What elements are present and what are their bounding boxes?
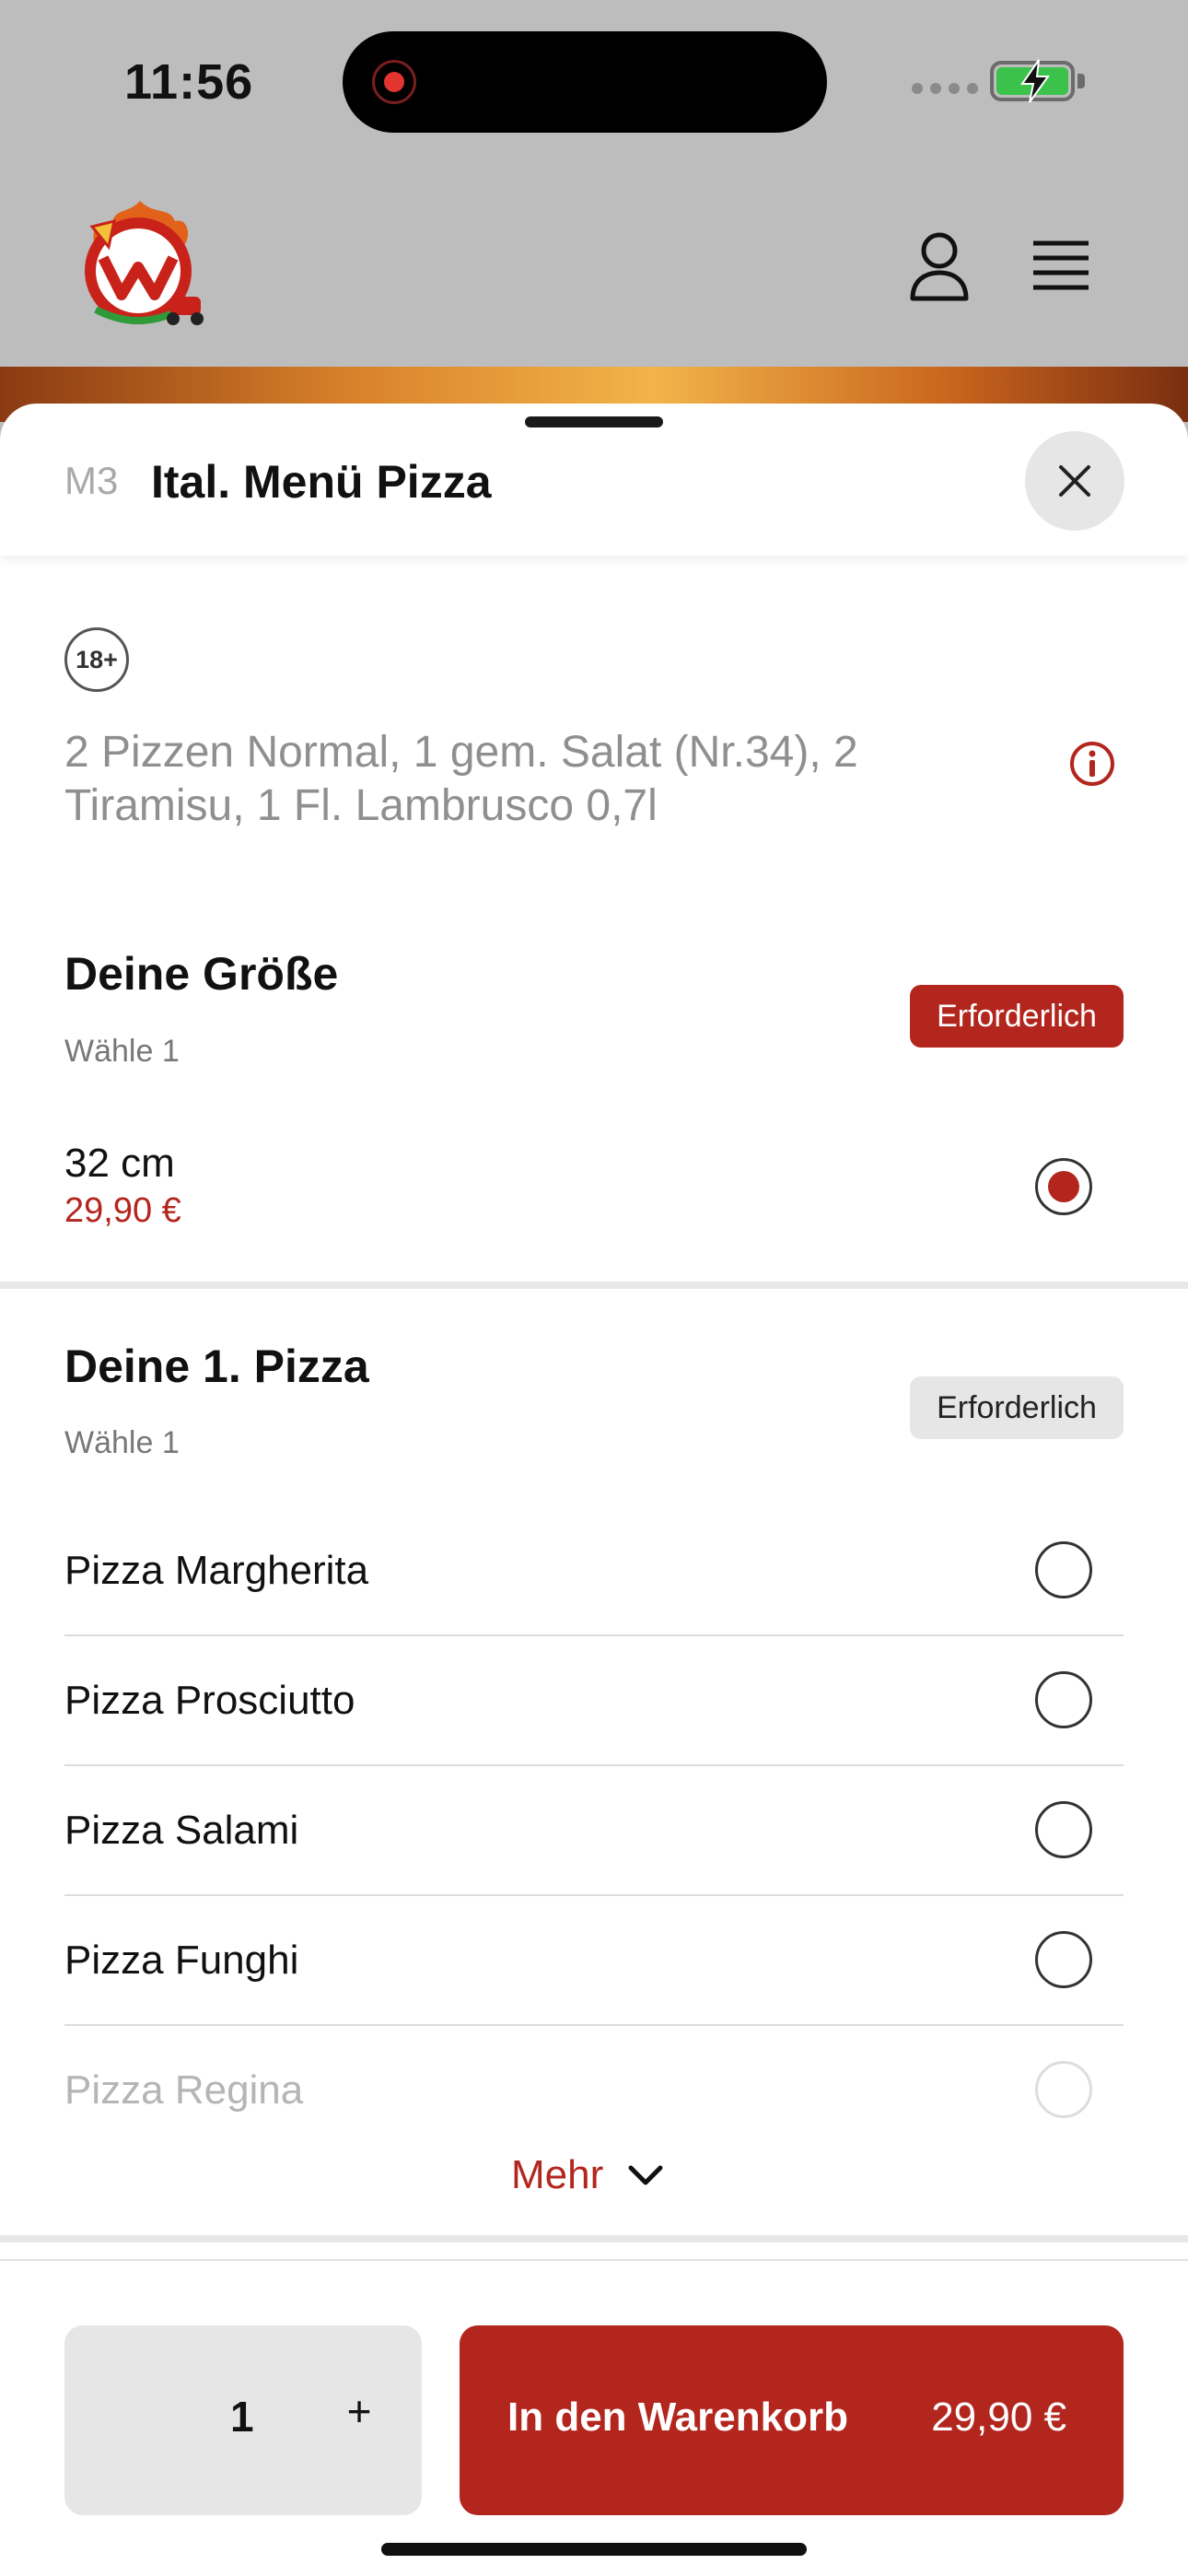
pizza-option-radio[interactable]	[1035, 1801, 1092, 1858]
pizza-option[interactable]: Pizza Margherita	[64, 1506, 1124, 1636]
close-button[interactable]	[1025, 431, 1124, 531]
pizza-section-subtitle: Wähle 1	[64, 1425, 180, 1460]
sheet-grabber[interactable]	[525, 416, 663, 427]
pizza-option[interactable]: Pizza Regina	[64, 2026, 1124, 2156]
age-badge: 18+	[64, 627, 129, 692]
home-indicator[interactable]	[381, 2543, 807, 2556]
pizza-option-label: Pizza Regina	[64, 2067, 304, 2113]
size-section-subtitle: Wähle 1	[64, 1034, 180, 1069]
section-divider	[0, 1282, 1188, 1289]
pizza-option-label: Pizza Funghi	[64, 1938, 299, 1983]
status-bar: 11:56	[0, 0, 1188, 166]
pizza-option-label: Pizza Prosciutto	[64, 1678, 355, 1723]
size-section-title: Deine Größe	[64, 948, 339, 1000]
item-code: M3	[64, 459, 119, 502]
size-option-radio[interactable]	[1035, 1158, 1092, 1215]
user-icon[interactable]	[907, 230, 972, 304]
more-button[interactable]: Mehr	[511, 2152, 664, 2198]
battery-icon	[990, 59, 1075, 103]
item-title: Ital. Menü Pizza	[151, 456, 492, 508]
cart-footer: 1 + In den Warenkorb 29,90 €	[0, 2259, 1188, 2576]
quantity-stepper[interactable]: 1 +	[64, 2325, 422, 2515]
record-icon	[372, 60, 416, 104]
pizza-option[interactable]: Pizza Funghi	[64, 1896, 1124, 2026]
pizza-option-radio[interactable]	[1035, 2061, 1092, 2118]
pizza-option-radio[interactable]	[1035, 1671, 1092, 1728]
pizza-section-title: Deine 1. Pizza	[64, 1341, 369, 1392]
add-to-cart-price: 29,90 €	[931, 2395, 1066, 2440]
quantity-value: 1	[230, 2393, 254, 2441]
add-to-cart-button[interactable]: In den Warenkorb 29,90 €	[460, 2325, 1124, 2515]
dynamic-island	[343, 31, 827, 133]
pizza-option-radio[interactable]	[1035, 1541, 1092, 1598]
size-option-price: 29,90 €	[64, 1191, 181, 1230]
close-icon	[1059, 465, 1090, 497]
logo[interactable]	[66, 193, 214, 341]
info-icon[interactable]	[1068, 740, 1116, 788]
pizza-option-label: Pizza Margherita	[64, 1548, 369, 1593]
section-divider	[0, 2235, 1188, 2242]
pizza-option[interactable]: Pizza Salami	[64, 1766, 1124, 1896]
more-label: Mehr	[511, 2152, 604, 2197]
increment-button[interactable]: +	[332, 2386, 387, 2436]
item-description: 2 Pizzen Normal, 1 gem. Salat (Nr.34), 2…	[64, 728, 858, 830]
menu-icon[interactable]	[1031, 240, 1090, 291]
pizza-option[interactable]: Pizza Prosciutto	[64, 1636, 1124, 1766]
pizza-required-badge: Erforderlich	[910, 1376, 1124, 1439]
add-to-cart-label: In den Warenkorb	[507, 2395, 848, 2440]
status-time: 11:56	[124, 54, 254, 110]
size-required-badge: Erforderlich	[910, 985, 1124, 1048]
pizza-option-radio[interactable]	[1035, 1931, 1092, 1988]
size-option-label: 32 cm	[64, 1141, 175, 1186]
chevron-down-icon	[628, 2165, 663, 2185]
sheet-header: M3 Ital. Menü Pizza	[0, 404, 1188, 556]
product-sheet: M3 Ital. Menü Pizza 18+ 2 Pizzen Normal,…	[0, 404, 1188, 2576]
signal-icon	[912, 83, 978, 94]
pizza-option-label: Pizza Salami	[64, 1808, 299, 1853]
app-header	[0, 166, 1188, 369]
